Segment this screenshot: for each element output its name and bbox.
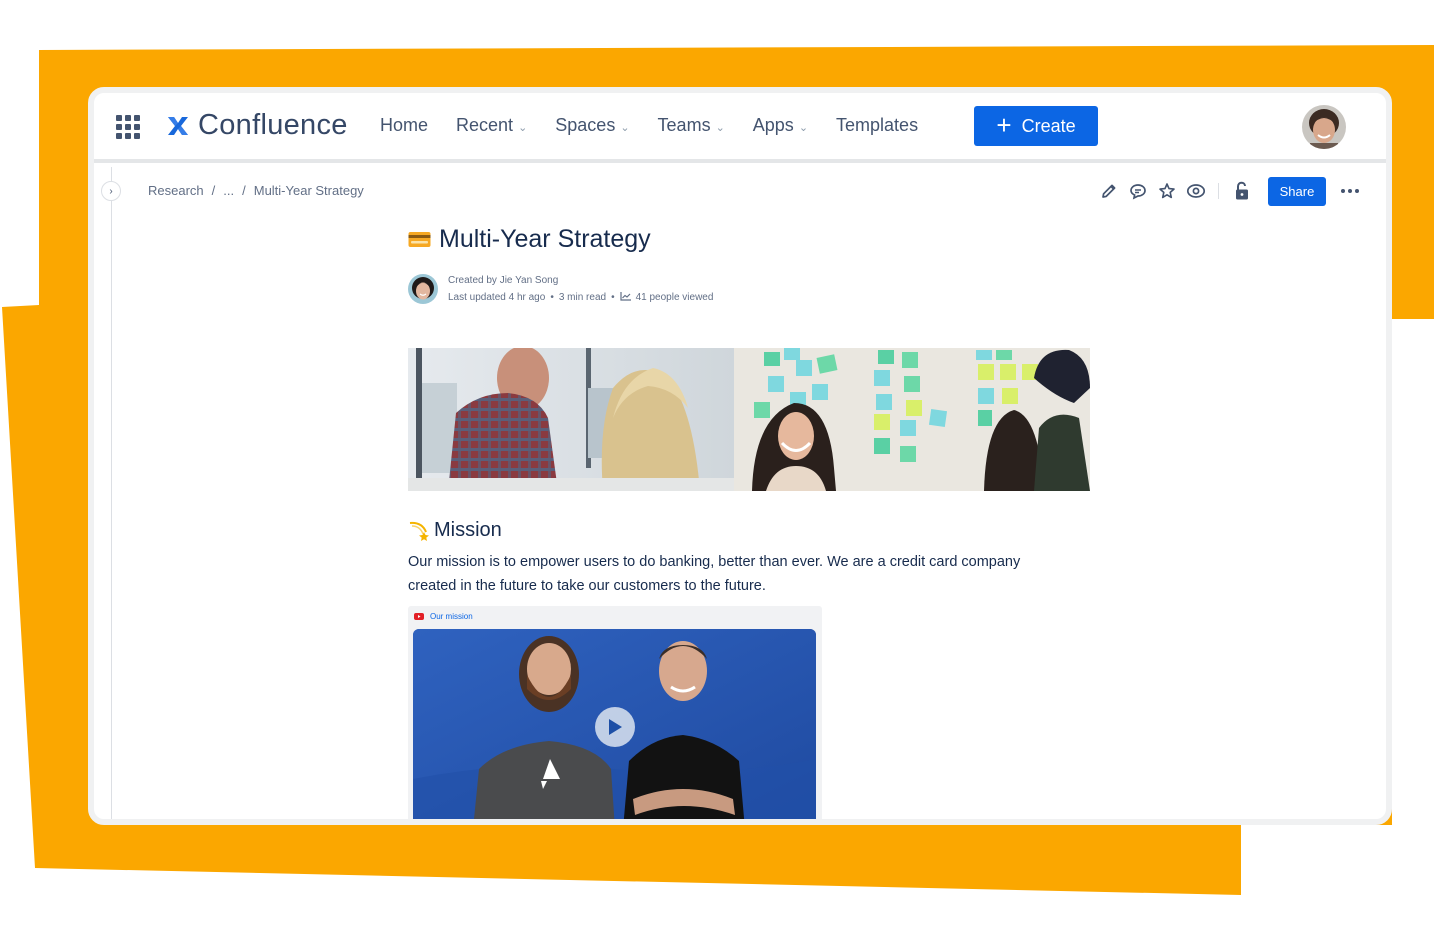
- stage: Confluence Home Recent ⌄ Spaces ⌄ Teams ⌄ A…: [0, 0, 1434, 940]
- watch-icon[interactable]: [1181, 177, 1210, 205]
- plus-icon: +: [996, 109, 1012, 140]
- nav-item-apps[interactable]: Apps ⌄: [753, 115, 808, 136]
- team-photo-left: [408, 348, 734, 491]
- nav-item-recent[interactable]: Recent ⌄: [456, 115, 527, 136]
- nav-item-label: Templates: [836, 115, 919, 135]
- mission-paragraph: Our mission is to empower users to do ba…: [408, 554, 1021, 594]
- logo-text: Confluence: [198, 109, 348, 141]
- analytics-chart-icon: [619, 292, 631, 301]
- read-time: 3 min read: [558, 292, 607, 303]
- byline: Created by Jie Yan Song Last updated 4 h…: [408, 272, 1098, 306]
- breadcrumb-item-current[interactable]: Multi-Year Strategy: [254, 183, 364, 198]
- page-title: Multi-Year Strategy: [439, 225, 651, 253]
- edit-icon[interactable]: [1094, 177, 1123, 205]
- chevron-down-icon: ⌄: [798, 121, 809, 134]
- mission-heading: Mission: [434, 519, 502, 541]
- page-toolbar: Share: [1094, 175, 1362, 207]
- comment-icon[interactable]: [1123, 177, 1152, 205]
- youtube-icon: [414, 613, 424, 620]
- views[interactable]: 41 people viewed: [619, 292, 714, 303]
- breadcrumb: Research / ... / Multi-Year Strategy: [148, 183, 364, 198]
- breadcrumb-separator: /: [211, 183, 216, 198]
- separator-dot: •: [550, 292, 554, 303]
- meta-line: Last updated 4 hr ago • 3 min read • 41 peop…: [448, 289, 713, 306]
- video-player[interactable]: [413, 629, 816, 819]
- play-button-icon[interactable]: [595, 707, 635, 747]
- sticky-notes-photo: [734, 348, 1090, 491]
- breadcrumb-item-research[interactable]: Research: [148, 183, 204, 198]
- chevron-down-icon: ⌄: [715, 121, 725, 134]
- nav-item-label: Home: [380, 115, 429, 135]
- expand-sidebar-chevron-right-icon[interactable]: ›: [101, 181, 121, 201]
- byline-text: Created by Jie Yan Song Last updated 4 h…: [448, 272, 713, 306]
- toolbar-divider: [1218, 183, 1219, 199]
- separator-dot: •: [611, 292, 615, 303]
- share-button[interactable]: Share: [1268, 176, 1326, 206]
- star-icon[interactable]: [1152, 177, 1181, 205]
- unlock-icon[interactable]: [1227, 177, 1256, 205]
- credit-card-icon: [408, 232, 431, 247]
- breadcrumb-item-ellipsis[interactable]: ...: [223, 183, 234, 198]
- create-label: Create: [1021, 115, 1076, 136]
- last-updated: Last updated 4 hr ago: [448, 292, 546, 303]
- confluence-logo-icon: [168, 116, 188, 135]
- nav-item-label: Recent: [456, 115, 514, 135]
- nav-menu: Home Recent ⌄ Spaces ⌄ Teams ⌄ Apps ⌄ Templa…: [380, 115, 946, 136]
- nav-item-spaces[interactable]: Spaces ⌄: [555, 115, 629, 136]
- app-switcher-grid-icon[interactable]: [116, 115, 140, 139]
- nav-item-teams[interactable]: Teams ⌄: [658, 115, 725, 136]
- team-photo-right: [734, 348, 1090, 491]
- banner-image: [408, 348, 1090, 491]
- author-avatar[interactable]: [408, 274, 438, 304]
- author-photo: [408, 274, 438, 304]
- more-icon[interactable]: [1338, 177, 1362, 205]
- create-button[interactable]: + Create: [974, 106, 1098, 146]
- nav-item-label: Teams: [657, 115, 711, 135]
- mission-heading-row: Mission: [408, 519, 1098, 542]
- top-navigation: Confluence Home Recent ⌄ Spaces ⌄ Teams ⌄ A…: [94, 93, 1386, 163]
- confluence-logo[interactable]: Confluence: [166, 109, 348, 142]
- user-avatar[interactable]: [1302, 105, 1346, 149]
- office-photo: [408, 348, 734, 491]
- nav-item-label: Spaces: [555, 115, 616, 135]
- views-count: 41 people viewed: [635, 292, 714, 303]
- nav-item-templates[interactable]: Templates: [836, 115, 918, 136]
- nav-item-home[interactable]: Home: [380, 115, 428, 136]
- created-by: Created by Jie Yan Song: [448, 275, 559, 286]
- confluence-window: Confluence Home Recent ⌄ Spaces ⌄ Teams ⌄ A…: [88, 87, 1392, 825]
- chevron-down-icon: ⌄: [518, 121, 528, 134]
- avatar-photo: [1302, 105, 1346, 149]
- dizzy-star-icon: [409, 521, 429, 541]
- nav-item-label: Apps: [752, 115, 794, 135]
- sidebar-divider: [111, 167, 112, 819]
- chevron-down-icon: ⌄: [620, 121, 630, 134]
- page-content: Multi-Year Strategy Created by Jie Yan S…: [408, 225, 1098, 819]
- video-title: Our mission: [430, 612, 473, 621]
- video-link[interactable]: Our mission: [414, 612, 473, 621]
- video-embed-card: Our mission: [408, 606, 822, 819]
- title-row: Multi-Year Strategy: [408, 225, 1098, 254]
- breadcrumb-separator: /: [242, 183, 246, 198]
